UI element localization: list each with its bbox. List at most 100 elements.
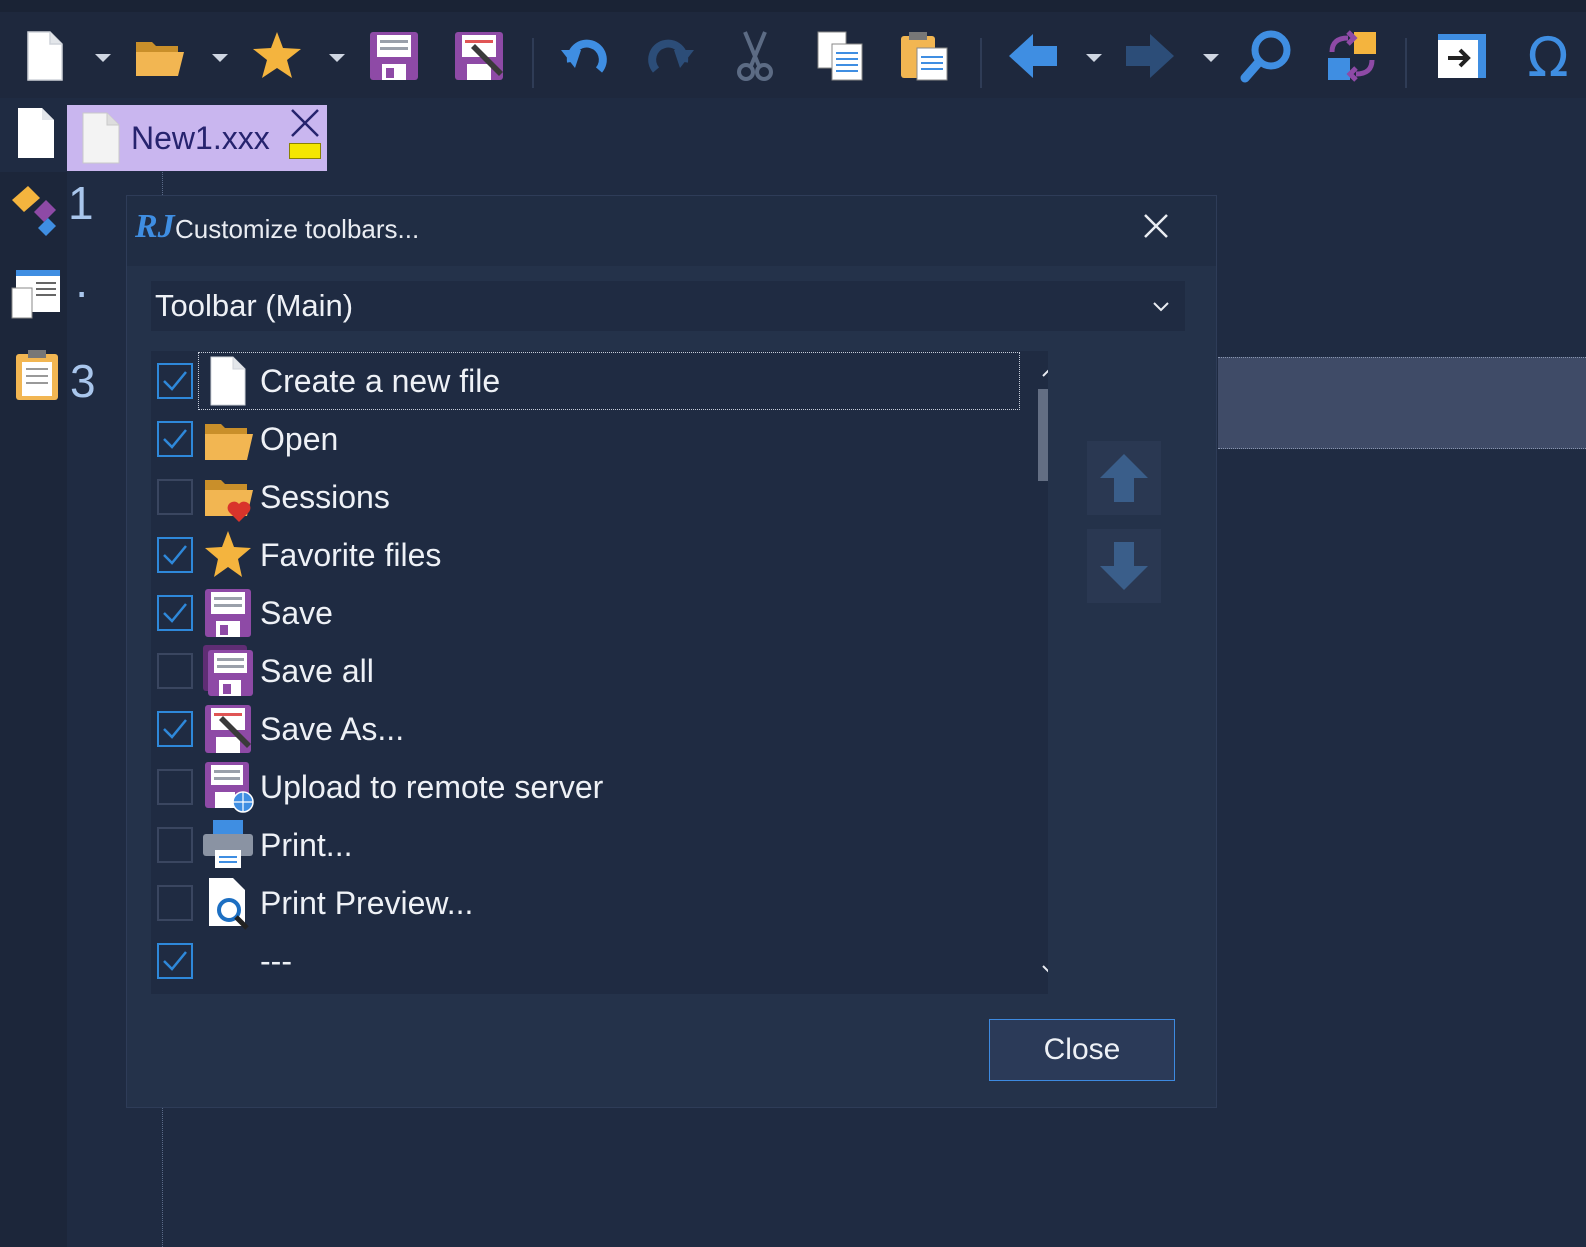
scrollbar-thumb[interactable] (1038, 389, 1048, 481)
checkmark-icon (163, 429, 187, 449)
gutter-number: · (74, 265, 90, 317)
toolbar-separator (1405, 38, 1407, 88)
cut-button[interactable] (725, 26, 785, 86)
item-label: Upload to remote server (260, 768, 604, 805)
item-checkbox[interactable] (157, 537, 193, 573)
chevron-down-icon[interactable] (1040, 959, 1048, 981)
favorites-dropdown[interactable] (329, 54, 345, 62)
favorites-button[interactable] (247, 26, 307, 86)
floppy-pen-icon (205, 705, 251, 753)
forward-dropdown[interactable] (1203, 54, 1219, 62)
copy-button[interactable] (810, 26, 870, 86)
item-checkbox[interactable] (157, 479, 193, 515)
open-dropdown[interactable] (212, 54, 228, 62)
item-icon (201, 586, 255, 640)
close-icon[interactable] (1140, 210, 1172, 242)
item-icon (201, 702, 255, 756)
document-tab-bar: New1.xxx (0, 98, 1586, 172)
list-item-sessions[interactable]: Sessions (151, 468, 1021, 526)
print-preview-icon (209, 878, 249, 930)
left-gutter: 1 · 3 (0, 172, 96, 1247)
item-checkbox[interactable] (157, 595, 193, 631)
list-item-save-all[interactable]: Save all (151, 642, 1021, 700)
new-file-button[interactable] (14, 26, 74, 86)
back-dropdown[interactable] (1086, 54, 1102, 62)
item-icon (201, 412, 255, 466)
list-item-separator[interactable]: --- (151, 932, 1021, 990)
paste-button[interactable] (895, 26, 955, 86)
list-item-create-new-file[interactable]: Create a new file (151, 352, 1021, 410)
arrow-up-icon (1100, 454, 1148, 502)
item-checkbox[interactable] (157, 421, 193, 457)
app-logo: RJ (135, 208, 175, 245)
item-checkbox[interactable] (157, 943, 193, 979)
modified-marker (289, 143, 321, 159)
undo-button[interactable] (555, 26, 615, 86)
dialog-title: Customize toolbars... (175, 214, 420, 244)
item-label: Favorite files (260, 536, 442, 573)
copy-icon (817, 31, 863, 81)
special-char-button[interactable]: Ω (1518, 26, 1578, 86)
chevron-down-icon (1153, 302, 1169, 312)
close-button[interactable]: Close (989, 1019, 1175, 1081)
forward-button[interactable] (1120, 26, 1180, 86)
item-checkbox[interactable] (157, 885, 193, 921)
list-item-upload-remote[interactable]: Upload to remote server (151, 758, 1021, 816)
item-icon (201, 760, 255, 814)
arrow-left-icon (1009, 34, 1057, 78)
magnifier-icon (1240, 30, 1291, 83)
current-line-highlight (1218, 357, 1586, 449)
item-icon (201, 470, 255, 524)
item-checkbox[interactable] (157, 769, 193, 805)
list-scrollbar[interactable] (1032, 351, 1048, 994)
checkmark-icon (163, 719, 187, 739)
move-up-button[interactable] (1087, 441, 1161, 515)
list-item-save[interactable]: Save (151, 584, 1021, 642)
item-checkbox[interactable] (157, 711, 193, 747)
toolbar-items-list[interactable]: Create a new file Open Sessions Favorite… (151, 351, 1048, 994)
document-map-icon[interactable] (10, 268, 62, 320)
replace-button[interactable] (1322, 26, 1382, 86)
list-item-save-as[interactable]: Save As... (151, 700, 1021, 758)
list-item-favorite-files[interactable]: Favorite files (151, 526, 1021, 584)
item-checkbox[interactable] (157, 653, 193, 689)
list-item-open[interactable]: Open (151, 410, 1021, 468)
redo-icon (648, 39, 694, 73)
folder-icon (205, 424, 253, 460)
checkmark-icon (163, 603, 187, 623)
move-down-button[interactable] (1087, 529, 1161, 603)
find-button[interactable] (1237, 26, 1297, 86)
toolbar-select[interactable]: Toolbar (Main) (151, 281, 1185, 331)
back-button[interactable] (1003, 26, 1063, 86)
list-item-print-preview[interactable]: Print Preview... (151, 874, 1021, 932)
tab-new1[interactable]: New1.xxx (67, 105, 327, 171)
floppy-icon (205, 589, 251, 637)
floppy-globe-icon (205, 762, 254, 813)
checkmark-icon (163, 545, 187, 565)
goto-icon (1438, 34, 1486, 78)
document-icon (82, 112, 120, 164)
svg-text:Ω: Ω (1527, 28, 1568, 84)
item-label: Save (260, 594, 333, 631)
redo-button[interactable] (640, 26, 700, 86)
item-checkbox[interactable] (157, 827, 193, 863)
item-label: Open (260, 420, 339, 457)
item-label: Create a new file (260, 362, 501, 399)
close-icon[interactable] (289, 107, 321, 139)
open-button[interactable] (130, 26, 190, 86)
clipboard-icon[interactable] (14, 348, 60, 402)
star-icon (253, 32, 301, 78)
folder-icon (136, 42, 184, 76)
list-item-print[interactable]: Print... (151, 816, 1021, 874)
goto-button[interactable] (1432, 26, 1492, 86)
new-document-icon[interactable] (14, 106, 58, 160)
item-checkbox[interactable] (157, 363, 193, 399)
chevron-up-icon[interactable] (1040, 361, 1048, 383)
save-button[interactable] (364, 26, 424, 86)
save-as-button[interactable] (449, 26, 509, 86)
new-file-dropdown[interactable] (95, 54, 111, 62)
checkmark-icon (163, 371, 187, 391)
clip-icon[interactable] (8, 182, 62, 240)
item-label: Sessions (260, 478, 390, 515)
item-label: Print Preview... (260, 884, 474, 921)
